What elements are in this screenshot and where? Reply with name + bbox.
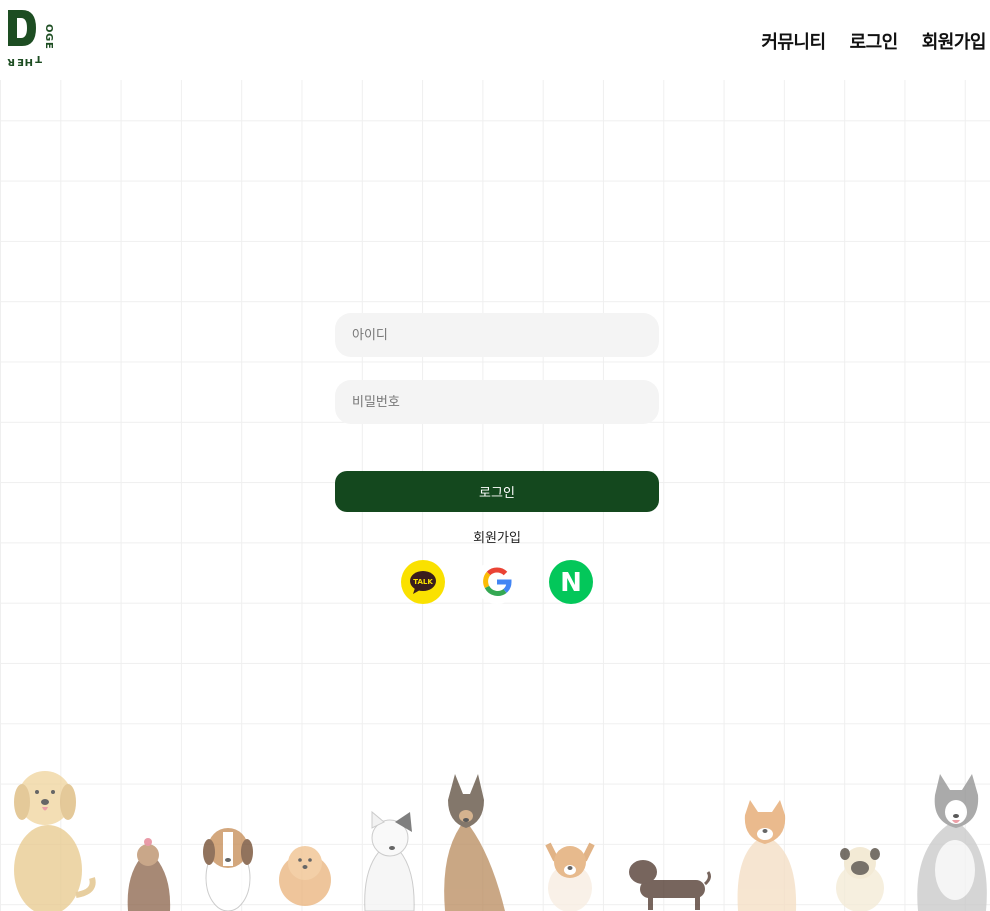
- google-icon[interactable]: [475, 560, 519, 604]
- login-form: 로그인 회원가입 TALK N: [335, 313, 659, 604]
- svg-text:E: E: [17, 56, 24, 67]
- svg-text:E: E: [43, 42, 54, 49]
- kakaotalk-icon[interactable]: TALK: [401, 560, 445, 604]
- top-nav: 커뮤니티 로그인 회원가입: [761, 28, 986, 54]
- svg-text:T: T: [35, 53, 42, 64]
- dogether-logo-icon[interactable]: O G E T H E R: [6, 6, 64, 68]
- nav-community-link[interactable]: 커뮤니티: [761, 28, 826, 54]
- svg-text:H: H: [25, 56, 33, 67]
- naver-letter: N: [560, 568, 582, 598]
- login-button[interactable]: 로그인: [335, 471, 659, 512]
- kakaotalk-text: TALK: [413, 578, 433, 586]
- nav-signup-link[interactable]: 회원가입: [922, 28, 987, 54]
- svg-text:O: O: [43, 24, 54, 33]
- dogs-illustration: [0, 760, 990, 911]
- svg-text:R: R: [7, 56, 15, 67]
- password-input[interactable]: [335, 380, 659, 424]
- site-header: O G E T H E R 커뮤니티 로그인 회원가입: [0, 0, 990, 80]
- nav-login-link[interactable]: 로그인: [850, 28, 899, 54]
- svg-text:G: G: [43, 33, 54, 41]
- naver-icon[interactable]: N: [549, 560, 593, 604]
- social-login-group: TALK N: [335, 560, 659, 604]
- signup-link[interactable]: 회원가입: [335, 527, 659, 546]
- id-input[interactable]: [335, 313, 659, 357]
